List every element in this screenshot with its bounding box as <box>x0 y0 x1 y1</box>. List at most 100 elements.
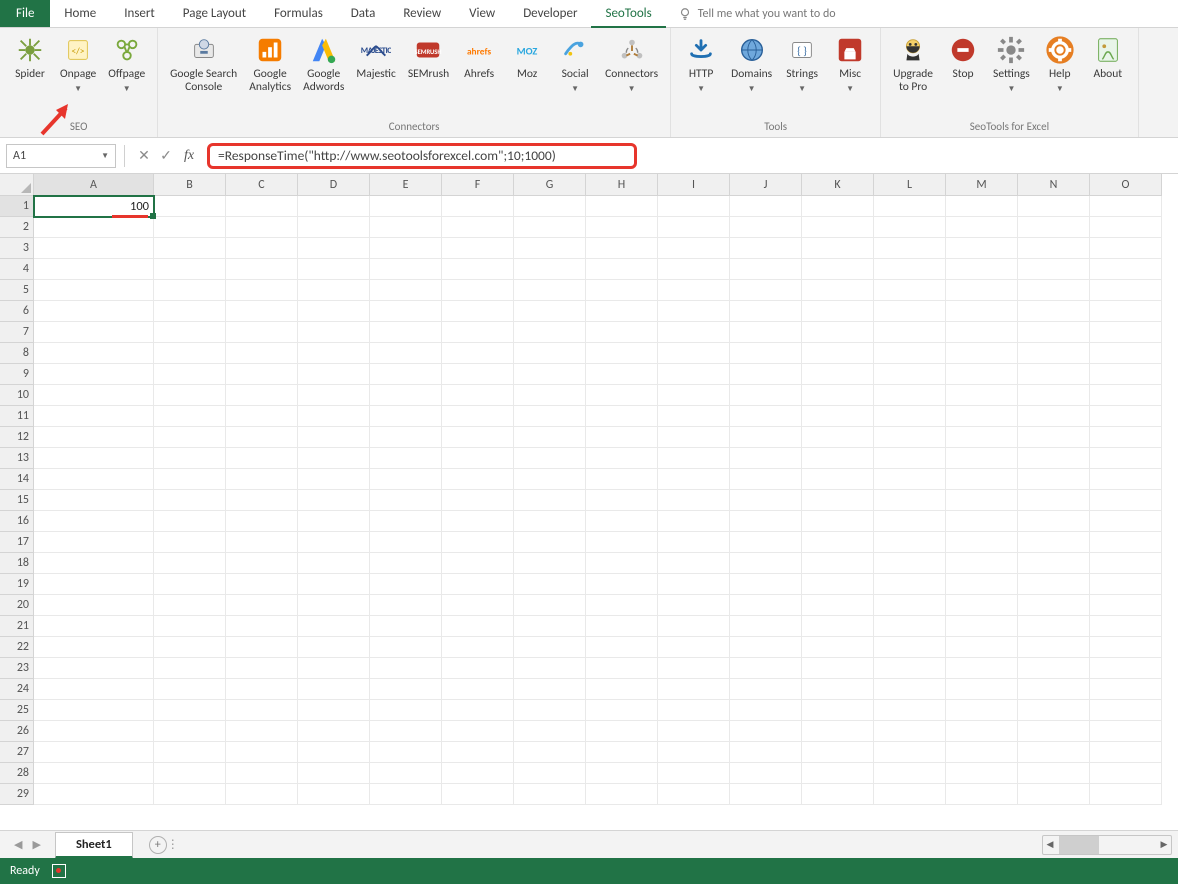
cell[interactable] <box>874 532 946 553</box>
cell[interactable] <box>34 511 154 532</box>
row-header[interactable]: 26 <box>0 721 34 742</box>
row-header[interactable]: 27 <box>0 742 34 763</box>
google-search-console-button[interactable]: Google Search Console <box>164 32 243 120</box>
cell[interactable] <box>946 532 1018 553</box>
cell[interactable] <box>226 658 298 679</box>
cell[interactable] <box>1090 532 1162 553</box>
cell[interactable] <box>1090 637 1162 658</box>
cell[interactable] <box>226 616 298 637</box>
cell[interactable] <box>298 574 370 595</box>
cell[interactable] <box>874 238 946 259</box>
cell[interactable] <box>658 721 730 742</box>
cell[interactable] <box>730 679 802 700</box>
cell[interactable] <box>298 784 370 805</box>
cell[interactable] <box>370 469 442 490</box>
cell[interactable] <box>658 511 730 532</box>
cell[interactable] <box>802 322 874 343</box>
cell[interactable] <box>442 427 514 448</box>
cell[interactable] <box>514 406 586 427</box>
cell[interactable] <box>874 658 946 679</box>
cell[interactable] <box>730 742 802 763</box>
cell[interactable] <box>658 259 730 280</box>
google-analytics-button[interactable]: Google Analytics <box>243 32 297 120</box>
cell[interactable] <box>154 427 226 448</box>
column-header[interactable]: M <box>946 174 1018 196</box>
cell[interactable] <box>298 196 370 217</box>
row-header[interactable]: 22 <box>0 637 34 658</box>
cell[interactable] <box>1018 406 1090 427</box>
cell[interactable] <box>1018 259 1090 280</box>
cell[interactable] <box>298 343 370 364</box>
cell[interactable] <box>802 406 874 427</box>
row-header[interactable]: 2 <box>0 217 34 238</box>
cell[interactable] <box>442 658 514 679</box>
cell[interactable] <box>154 280 226 301</box>
cell[interactable] <box>34 469 154 490</box>
cell[interactable] <box>226 238 298 259</box>
cell[interactable] <box>730 616 802 637</box>
cell[interactable] <box>802 658 874 679</box>
cell[interactable] <box>1090 616 1162 637</box>
cell[interactable] <box>658 532 730 553</box>
cell[interactable] <box>586 637 658 658</box>
onpage-button[interactable]: </>Onpage▼ <box>54 32 102 120</box>
cell[interactable] <box>370 595 442 616</box>
cell[interactable] <box>154 364 226 385</box>
cell[interactable] <box>730 658 802 679</box>
cell[interactable] <box>874 448 946 469</box>
cell[interactable] <box>34 490 154 511</box>
cell[interactable] <box>802 427 874 448</box>
cancel-formula-button[interactable]: ✕ <box>133 147 155 164</box>
cell[interactable] <box>730 322 802 343</box>
cell[interactable] <box>1018 343 1090 364</box>
cell[interactable] <box>1090 742 1162 763</box>
cell[interactable] <box>514 196 586 217</box>
cell[interactable] <box>586 280 658 301</box>
cell[interactable] <box>442 322 514 343</box>
cell[interactable] <box>298 679 370 700</box>
row-header[interactable]: 4 <box>0 259 34 280</box>
cell[interactable] <box>874 784 946 805</box>
cell[interactable] <box>442 343 514 364</box>
cell[interactable] <box>730 784 802 805</box>
connectors-button[interactable]: Connectors▼ <box>599 32 664 120</box>
cell[interactable] <box>802 637 874 658</box>
tab-file[interactable]: File <box>0 0 50 27</box>
tab-page-layout[interactable]: Page Layout <box>169 0 260 27</box>
cell[interactable] <box>946 427 1018 448</box>
cell[interactable] <box>586 469 658 490</box>
cell[interactable] <box>34 385 154 406</box>
cell[interactable] <box>370 658 442 679</box>
cell[interactable] <box>1018 763 1090 784</box>
cell[interactable] <box>730 700 802 721</box>
cell[interactable] <box>514 364 586 385</box>
enter-formula-button[interactable]: ✓ <box>155 147 177 164</box>
cell[interactable] <box>34 700 154 721</box>
cell[interactable] <box>658 700 730 721</box>
cell[interactable] <box>34 595 154 616</box>
cell[interactable] <box>226 700 298 721</box>
cell[interactable] <box>1090 658 1162 679</box>
cell[interactable] <box>442 280 514 301</box>
cell[interactable] <box>370 259 442 280</box>
cell[interactable] <box>298 364 370 385</box>
cell[interactable] <box>514 679 586 700</box>
cell[interactable] <box>730 280 802 301</box>
cell[interactable] <box>34 532 154 553</box>
cell[interactable] <box>946 448 1018 469</box>
cell[interactable] <box>298 700 370 721</box>
cell[interactable] <box>874 637 946 658</box>
cell[interactable] <box>730 259 802 280</box>
cell[interactable] <box>658 301 730 322</box>
cell[interactable] <box>514 784 586 805</box>
cell[interactable] <box>34 721 154 742</box>
cell[interactable] <box>514 700 586 721</box>
cell[interactable] <box>370 280 442 301</box>
cell[interactable] <box>802 616 874 637</box>
cell[interactable] <box>730 364 802 385</box>
cell[interactable] <box>874 364 946 385</box>
cell[interactable] <box>874 679 946 700</box>
cell[interactable] <box>730 469 802 490</box>
cell[interactable] <box>154 574 226 595</box>
cell[interactable] <box>34 658 154 679</box>
